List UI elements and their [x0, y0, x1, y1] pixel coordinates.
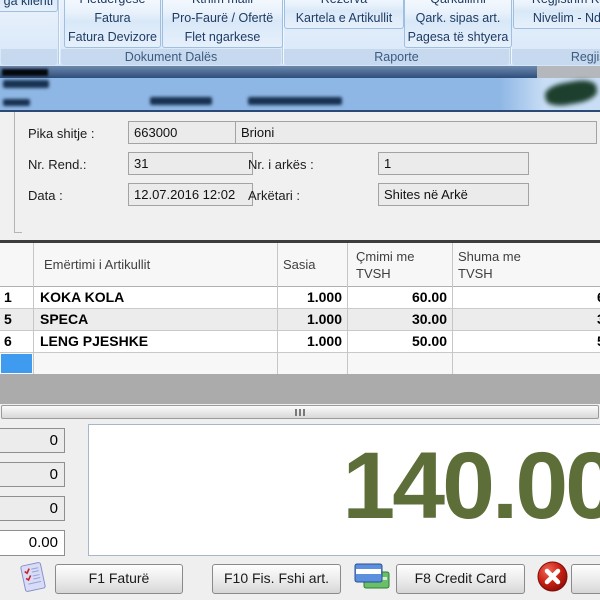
ribbon-item-fatura-devizore[interactable]: Fatura Devizore: [65, 28, 160, 47]
ribbon-group-caption-raporte: Raporte: [284, 49, 509, 65]
cell-row-id: 6: [4, 333, 12, 349]
ribbon-stack-fatura: Fletdërgesë Fatura Fatura Devizore: [64, 0, 161, 48]
store-header-band: [0, 78, 600, 112]
blurred-text: [150, 97, 212, 105]
pos-window: ga klienti Fletdërgesë Fatura Fatura Dev…: [0, 0, 600, 600]
nr-rend-field[interactable]: 31: [128, 152, 253, 175]
panel-edge: [14, 112, 15, 233]
cell-item-name: SPECA: [40, 311, 88, 327]
items-table-header: Emërtimi i Artikullit Sasia Çmimi me TVS…: [0, 243, 600, 287]
pika-shitje-label: Pika shitje :: [28, 126, 94, 141]
credit-card-icon: [352, 560, 392, 593]
cell-price: 30.00: [347, 311, 447, 327]
ribbon-toolbar: ga klienti Fletdërgesë Fatura Fatura Dev…: [0, 0, 600, 66]
window-title-strip-corner: [537, 66, 600, 78]
f8-credit-card-button[interactable]: F8 Credit Card: [396, 564, 525, 594]
pika-shitje-name-field[interactable]: Brioni: [235, 121, 597, 144]
ribbon-stack-qarkullimi: Qarkullimi Qark. sipas art. Pagesa të sh…: [404, 0, 512, 48]
ribbon-item-fatura[interactable]: Fatura: [65, 9, 160, 28]
ribbon-item-kthim-malli[interactable]: Kthim malli: [163, 0, 282, 9]
cell-sum: 30.00: [452, 311, 600, 327]
blurred-window-text: [2, 69, 48, 76]
window-title-strip: [0, 66, 600, 78]
ribbon-item-kartela-artikullit[interactable]: Kartela e Artikullit: [285, 9, 403, 28]
ribbon-item-qark-sipas-art[interactable]: Qark. sipas art.: [405, 9, 511, 28]
ribbon-group-caption-regjistr: Regjistr: [512, 49, 600, 65]
ribbon-group-divider: [58, 0, 59, 64]
cell-qty: 1.000: [277, 333, 342, 349]
selected-cell[interactable]: [1, 354, 32, 373]
cell-item-name: KOKA KOLA: [40, 289, 124, 305]
column-header-name: Emërtimi i Artikullit: [44, 256, 150, 273]
ribbon-item-flet-ngarkese[interactable]: Flet ngarkese: [163, 28, 282, 47]
cell-qty: 1.000: [277, 311, 342, 327]
grand-total-display: 140.00: [88, 424, 600, 556]
counter-field-2[interactable]: 0: [0, 462, 65, 487]
blurred-text: [248, 97, 342, 105]
f1-fature-button[interactable]: F1 Faturë: [55, 564, 183, 594]
counter-field-3[interactable]: 0: [0, 496, 65, 521]
table-row[interactable]: 5 SPECA 1.000 30.00 30.00: [0, 309, 600, 331]
ribbon-item-qarkullimi[interactable]: Qarkullimi: [405, 0, 511, 9]
column-header-sum: Shuma me TVSH: [458, 248, 543, 282]
table-gridline: [33, 243, 34, 374]
table-gridline: [452, 243, 453, 374]
blurred-text: [3, 99, 30, 106]
blurred-text: [3, 80, 49, 88]
cell-sum: 60.00: [452, 289, 600, 305]
cell-price: 50.00: [347, 333, 447, 349]
column-header-price: Çmimi me TVSH: [356, 248, 436, 282]
data-label: Data :: [28, 188, 63, 203]
ribbon-item-nivelim[interactable]: Nivelim - Ndr: [514, 9, 600, 28]
panel-edge: [14, 232, 22, 233]
nr-rend-label: Nr. Rend.:: [28, 157, 87, 172]
cell-sum: 50.00: [452, 333, 600, 349]
ribbon-button-label: ga klienti: [0, 0, 57, 11]
table-empty-area: [0, 374, 600, 404]
cell-row-id: 5: [4, 311, 12, 327]
splitter-handle[interactable]: [1, 405, 599, 419]
cell-price: 60.00: [347, 289, 447, 305]
arketari-label: Arkëtari :: [248, 188, 300, 203]
nr-arkes-field[interactable]: 1: [378, 152, 529, 175]
counter-field-1[interactable]: 0: [0, 428, 65, 453]
cell-qty: 1.000: [277, 289, 342, 305]
ribbon-item-pagesa-te-shtyera[interactable]: Pagesa të shtyera: [405, 28, 511, 47]
cell-row-id: 1: [4, 289, 12, 305]
f10-fis-fshi-art-button[interactable]: F10 Fis. Fshi art.: [212, 564, 341, 594]
cell-item-name: LENG PJESHKE: [40, 333, 148, 349]
column-header-qty: Sasia: [283, 256, 316, 273]
ribbon-button-pagesa-nga-klienti[interactable]: ga klienti: [0, 0, 58, 12]
ribbon-item-pro-faure-oferte[interactable]: Pro-Faurë / Ofertë: [163, 9, 282, 28]
ribbon-item-fletdergese[interactable]: Fletdërgesë: [65, 0, 160, 9]
ribbon-stack-oferte: Kthim malli Pro-Faurë / Ofertë Flet ngar…: [162, 0, 283, 48]
ribbon-stack-rezerva: Rezerva Kartela e Artikullit: [284, 0, 404, 29]
ribbon-stack-regjistrim: Regjistrim Ko Nivelim - Ndr: [513, 0, 600, 29]
arketari-field[interactable]: Shites në Arkë: [378, 183, 529, 206]
table-row-empty[interactable]: [0, 353, 600, 375]
grand-total-value: 140.00: [342, 439, 600, 534]
table-gridline: [347, 243, 348, 374]
table-row[interactable]: 1 KOKA KOLA 1.000 60.00 60.00: [0, 287, 600, 309]
data-field[interactable]: 12.07.2016 12:02: [128, 183, 253, 206]
ribbon-group-caption-dokument-dales: Dokument Dalës: [61, 49, 281, 65]
ribbon-item-rezerva[interactable]: Rezerva: [285, 0, 403, 9]
table-gridline: [277, 243, 278, 374]
ribbon-group-caption-clipped: [1, 49, 57, 65]
amount-field[interactable]: 0.00: [0, 530, 65, 556]
invoice-checklist-icon: [14, 559, 52, 595]
cancel-icon[interactable]: [536, 560, 569, 593]
clipped-footer-button[interactable]: [571, 564, 600, 594]
nr-arkes-label: Nr. i arkës :: [248, 157, 314, 172]
table-row[interactable]: 6 LENG PJESHKE 1.000 50.00 50.00: [0, 331, 600, 353]
ribbon-item-regjistrim[interactable]: Regjistrim Ko: [514, 0, 600, 9]
